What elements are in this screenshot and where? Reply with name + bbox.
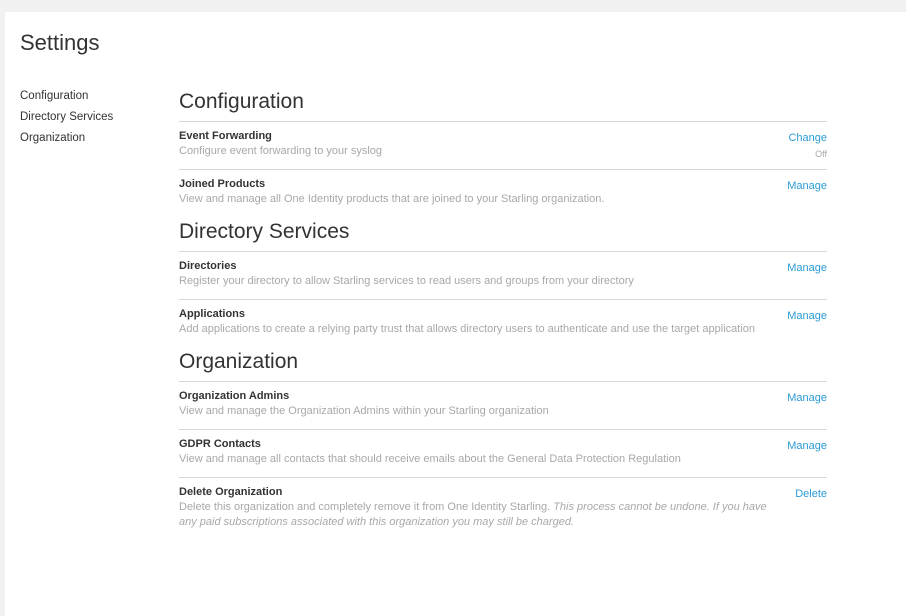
setting-description: View and manage all One Identity product…	[179, 193, 605, 205]
page-title: Settings	[20, 30, 100, 55]
setting-description: Configure event forwarding to your syslo…	[179, 145, 382, 157]
setting-description: View and manage all contacts that should…	[179, 453, 681, 465]
event-forwarding-status: Off	[815, 149, 827, 159]
setting-row-applications: Applications Add applications to create …	[179, 299, 827, 347]
side-nav-item-organization[interactable]: Organization	[20, 128, 160, 149]
settings-content: Configuration Event Forwarding Configure…	[179, 87, 827, 540]
setting-title: Applications	[179, 308, 246, 320]
setting-title: Delete Organization	[179, 486, 283, 498]
setting-description: Delete this organization and completely …	[179, 500, 779, 530]
setting-row-directories: Directories Register your directory to a…	[179, 251, 827, 299]
side-nav-item-configuration[interactable]: Configuration	[20, 86, 160, 107]
setting-row-delete-organization: Delete Organization Delete this organiza…	[179, 477, 827, 540]
setting-title: GDPR Contacts	[179, 438, 261, 450]
setting-title: Event Forwarding	[179, 130, 272, 142]
settings-panel: Settings Configuration Directory Service…	[5, 12, 906, 616]
setting-row-event-forwarding: Event Forwarding Configure event forward…	[179, 121, 827, 169]
setting-title: Organization Admins	[179, 390, 290, 402]
directories-manage-link[interactable]: Manage	[787, 260, 827, 276]
setting-description: Add applications to create a relying par…	[179, 323, 755, 335]
setting-row-organization-admins: Organization Admins View and manage the …	[179, 381, 827, 429]
side-nav-item-directory-services[interactable]: Directory Services	[20, 107, 160, 128]
setting-row-joined-products: Joined Products View and manage all One …	[179, 169, 827, 217]
delete-organization-link[interactable]: Delete	[795, 486, 827, 502]
delete-description-text: Delete this organization and completely …	[179, 501, 551, 513]
setting-description: Register your directory to allow Starlin…	[179, 275, 634, 287]
setting-title: Joined Products	[179, 178, 266, 190]
setting-row-gdpr-contacts: GDPR Contacts View and manage all contac…	[179, 429, 827, 477]
joined-products-manage-link[interactable]: Manage	[787, 178, 827, 194]
applications-manage-link[interactable]: Manage	[787, 308, 827, 324]
setting-title: Directories	[179, 260, 237, 272]
section-title-configuration: Configuration	[179, 90, 304, 113]
side-nav: Configuration Directory Services Organiz…	[20, 86, 160, 149]
organization-admins-manage-link[interactable]: Manage	[787, 390, 827, 406]
event-forwarding-change-link[interactable]: Change	[788, 130, 827, 146]
setting-description: View and manage the Organization Admins …	[179, 405, 549, 417]
section-title-organization: Organization	[179, 350, 299, 373]
section-title-directory-services: Directory Services	[179, 220, 350, 243]
gdpr-contacts-manage-link[interactable]: Manage	[787, 438, 827, 454]
